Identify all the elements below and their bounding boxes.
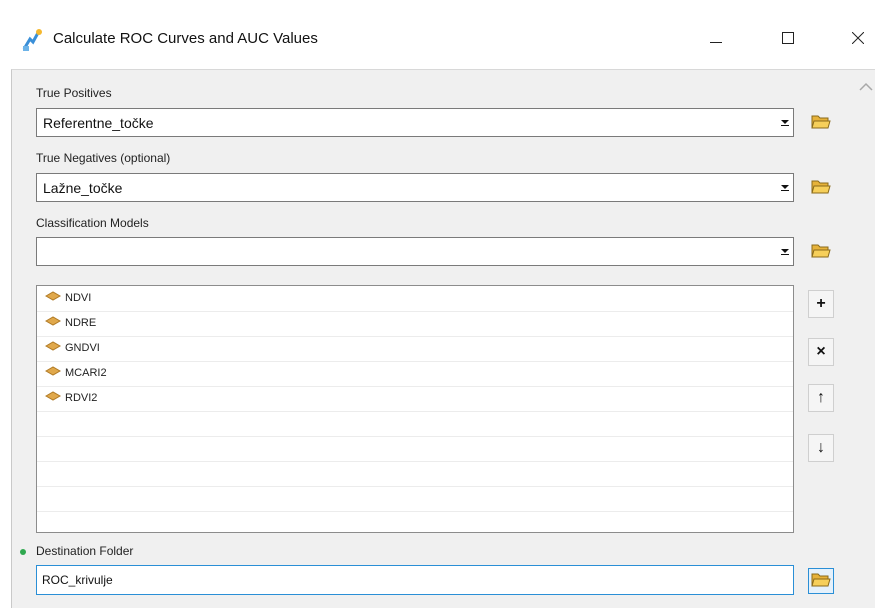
classification-models-label: Classification Models bbox=[36, 216, 149, 230]
plus-icon: + bbox=[816, 295, 826, 312]
classification-models-list[interactable]: NDVI NDRE GNDVI MCARI2 RDVI2 bbox=[36, 285, 794, 533]
chevron-down-icon bbox=[780, 243, 790, 261]
remove-model-button[interactable]: × bbox=[808, 338, 834, 366]
true-positives-browse-button[interactable] bbox=[808, 110, 834, 136]
raster-layer-icon bbox=[44, 291, 62, 304]
list-row-empty bbox=[37, 436, 793, 462]
list-item-label: RDVI2 bbox=[65, 391, 98, 404]
list-item[interactable]: NDRE bbox=[37, 311, 793, 337]
window-title: Calculate ROC Curves and AUC Values bbox=[53, 30, 318, 47]
list-item-label: NDRE bbox=[65, 316, 97, 329]
chevron-up-icon bbox=[857, 82, 875, 100]
list-item-label: NDVI bbox=[65, 291, 92, 304]
maximize-icon bbox=[782, 31, 794, 49]
true-positives-label: True Positives bbox=[36, 86, 112, 100]
arrow-up-icon: ↑ bbox=[817, 389, 825, 406]
move-up-button[interactable]: ↑ bbox=[808, 384, 834, 412]
scroll-up-button[interactable] bbox=[857, 78, 875, 96]
geoprocessing-tool-icon bbox=[21, 28, 43, 52]
folder-open-icon bbox=[811, 177, 831, 200]
list-row-empty bbox=[37, 461, 793, 487]
minimize-icon bbox=[710, 31, 722, 49]
raster-layer-icon bbox=[44, 366, 62, 379]
close-button[interactable] bbox=[840, 22, 875, 58]
arrow-down-icon: ↓ bbox=[817, 439, 825, 456]
required-field-icon bbox=[19, 544, 29, 562]
true-negatives-label: True Negatives (optional) bbox=[36, 151, 171, 165]
destination-folder-browse-button[interactable] bbox=[808, 568, 834, 594]
folder-open-icon bbox=[811, 570, 831, 593]
classification-models-dropdown[interactable] bbox=[776, 238, 793, 265]
classification-models-browse-button[interactable] bbox=[808, 239, 834, 265]
maximize-button[interactable] bbox=[765, 22, 811, 58]
true-negatives-browse-button[interactable] bbox=[808, 175, 834, 201]
list-row-empty bbox=[37, 411, 793, 437]
raster-layer-icon bbox=[44, 391, 62, 404]
chevron-down-icon bbox=[780, 179, 790, 197]
move-down-button[interactable]: ↓ bbox=[808, 434, 834, 462]
destination-folder-value: ROC_krivulje bbox=[42, 573, 113, 587]
raster-layer-icon bbox=[44, 341, 62, 354]
list-item-label: MCARI2 bbox=[65, 366, 107, 379]
folder-open-icon bbox=[811, 112, 831, 135]
chevron-down-icon bbox=[780, 114, 790, 132]
title-bar: Calculate ROC Curves and AUC Values bbox=[0, 0, 875, 80]
true-negatives-dropdown[interactable] bbox=[776, 174, 793, 201]
x-icon: × bbox=[816, 343, 826, 360]
true-negatives-value: Lažne_točke bbox=[43, 180, 123, 196]
list-row-empty bbox=[37, 486, 793, 512]
list-item[interactable]: RDVI2 bbox=[37, 386, 793, 412]
list-item-label: GNDVI bbox=[65, 341, 100, 354]
true-positives-dropdown[interactable] bbox=[776, 109, 793, 136]
minimize-button[interactable] bbox=[693, 22, 739, 58]
list-item[interactable]: MCARI2 bbox=[37, 361, 793, 387]
close-icon bbox=[851, 31, 864, 49]
raster-layer-icon bbox=[44, 316, 62, 329]
destination-folder-label: Destination Folder bbox=[36, 544, 134, 558]
true-negatives-select[interactable]: Lažne_točke bbox=[36, 173, 794, 202]
add-model-button[interactable]: + bbox=[808, 290, 834, 318]
folder-open-icon bbox=[811, 241, 831, 264]
classification-models-select[interactable] bbox=[36, 237, 794, 266]
true-positives-value: Referentne_točke bbox=[43, 115, 154, 131]
list-item[interactable]: GNDVI bbox=[37, 336, 793, 362]
destination-folder-input[interactable]: ROC_krivulje bbox=[36, 565, 794, 595]
list-item[interactable]: NDVI bbox=[37, 286, 793, 312]
true-positives-select[interactable]: Referentne_točke bbox=[36, 108, 794, 137]
